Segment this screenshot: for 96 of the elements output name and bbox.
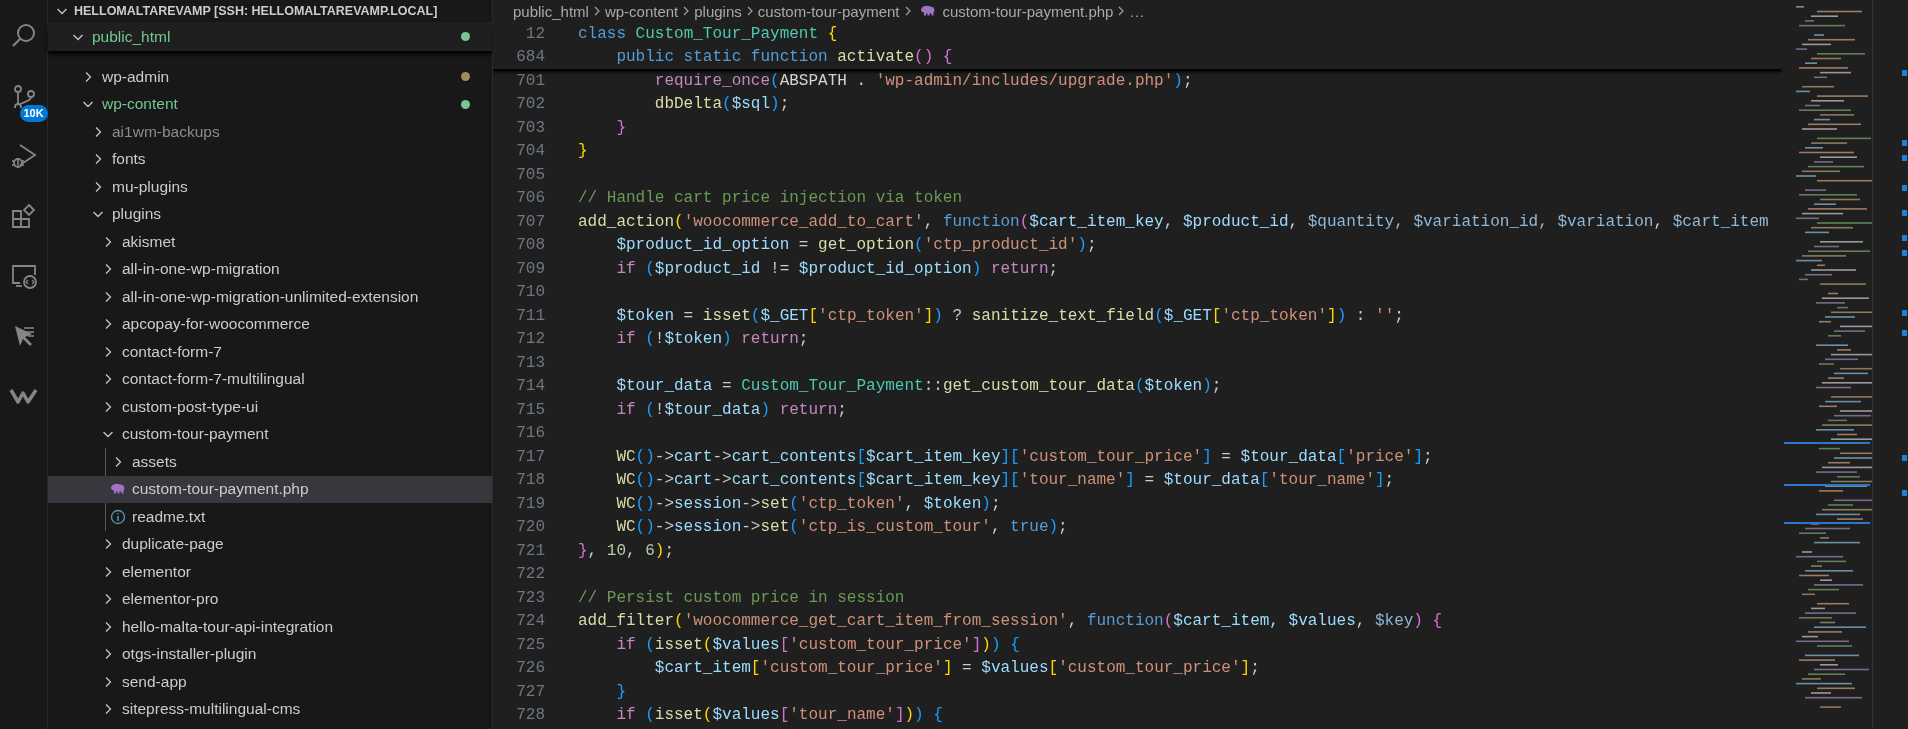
info-icon: [110, 508, 126, 525]
folder-item[interactable]: ai1wm-backups: [48, 118, 492, 146]
folder-item[interactable]: custom-tour-payment: [48, 420, 492, 448]
code-line: if (isset($values['tour_name'])) {: [615, 706, 943, 725]
line-number: 703: [515, 118, 545, 137]
line-number: 721: [515, 541, 545, 560]
line-number: 708: [515, 236, 545, 255]
code-line: dbDelta($sql);: [653, 95, 790, 114]
code-line: if (isset($values['custom_tour_price'])) {: [615, 635, 1020, 654]
code-line: // Persist custom price in session: [578, 588, 905, 607]
line-number: 725: [515, 635, 545, 654]
code-line: WC()->session->set('ctp_token', $token);: [615, 494, 1001, 513]
folder-item[interactable]: sitepress-multilingual-cms: [48, 695, 492, 723]
folder-item[interactable]: assets: [48, 448, 492, 476]
line-number: 702: [515, 95, 545, 114]
code-line: $product_id_option = get_option('ctp_product_id');: [615, 236, 1097, 255]
code-line: if (!$tour_data) return;: [615, 400, 847, 419]
scrollbar-drawing[interactable]: [1872, 0, 1908, 729]
folder-item[interactable]: contact-form-7-multilingual: [48, 365, 492, 393]
line-number: 712: [515, 330, 545, 349]
line-number: 723: [515, 588, 545, 607]
count-badge: 10K: [19, 105, 48, 122]
line-number: 722: [515, 565, 545, 584]
code-line: $cart_item['custom_tour_price'] = $values['custom_tour_price'];: [653, 659, 1260, 678]
code-line: if (!$token) return;: [615, 330, 809, 349]
folder-item[interactable]: fonts: [48, 145, 492, 173]
folder-item[interactable]: akismet: [48, 228, 492, 256]
line-number: 704: [515, 142, 545, 161]
w-logo-icon[interactable]: [8, 386, 39, 406]
line-number: 684: [515, 48, 545, 67]
folder-item[interactable]: public_html: [48, 22, 492, 51]
run-debug-icon[interactable]: [9, 142, 38, 170]
line-number: 727: [515, 682, 545, 701]
code-line: if ($product_id != $product_id_option) return;: [615, 259, 1059, 278]
line-number: 726: [515, 659, 545, 678]
elephant-icon: [919, 5, 936, 17]
folder-item[interactable]: send-app: [48, 668, 492, 696]
line-number: 12: [524, 24, 545, 43]
line-number: 711: [515, 306, 545, 325]
code-line: }: [615, 118, 626, 137]
elephant-icon: [110, 483, 126, 496]
code-line: require_once(ABSPATH . 'wp-admin/includes/upgrade.php');: [653, 71, 1193, 90]
extensions-icon[interactable]: [9, 202, 38, 230]
line-number: 710: [515, 283, 545, 302]
line-number: 705: [515, 165, 545, 184]
code-line: }: [578, 142, 588, 161]
folder-item[interactable]: plugins: [48, 200, 492, 228]
code-line: WC()->session->set('ctp_is_custom_tour', true);: [615, 518, 1068, 537]
code-line: WC()->cart->cart_contents[$cart_item_key]['custom_tour_price'] = $tour_data['price'];: [615, 447, 1433, 466]
folder-item[interactable]: wp-admin: [48, 63, 492, 91]
breadcrumb-item[interactable]: custom-tour-payment.php: [942, 2, 1114, 20]
line-number: 717: [515, 447, 545, 466]
line-number: 715: [515, 400, 545, 419]
folder-item[interactable]: otgs-installer-plugin: [48, 640, 492, 668]
code-line: }: [615, 682, 626, 701]
file-item[interactable]: custom-tour-payment.php: [48, 475, 492, 503]
line-number: 706: [515, 189, 545, 208]
workspace-header[interactable]: HELLOMALTAREVAMP [SSH: HELLOMALTAREVAMP.LOCAL]: [48, 0, 492, 22]
line-number: 714: [515, 377, 545, 396]
breadcrumb-item[interactable]: wp-content: [604, 2, 679, 20]
line-number: 724: [515, 612, 545, 631]
folder-item[interactable]: elementor: [48, 558, 492, 586]
code-line: class Custom_Tour_Payment {: [578, 24, 838, 43]
code-line: WC()->cart->cart_contents[$cart_item_key]['tour_name'] = $tour_data['tour_name'];: [615, 471, 1395, 490]
code-line: $tour_data = Custom_Tour_Payment::get_custom_tour_data($token);: [615, 377, 1222, 396]
breadcrumb-item[interactable]: custom-tour-payment: [757, 2, 900, 20]
code-line: }, 10, 6);: [578, 541, 675, 560]
code-line: add_filter('woocommerce_get_cart_item_from_session', function($cart_item, $values, $key) {: [578, 612, 1443, 631]
file-item[interactable]: readme.txt: [48, 503, 492, 531]
line-number: 707: [515, 212, 545, 231]
code-line: add_action('woocommerce_add_to_cart', function($cart_item_key, $product_id, $quantity, $variation_id, $variation, $cart_item: [578, 212, 1769, 231]
folder-item[interactable]: all-in-one-wp-migration: [48, 255, 492, 283]
folder-item[interactable]: apcopay-for-woocommerce: [48, 310, 492, 338]
code-line: // Handle cart price injection via token: [578, 189, 963, 208]
line-number: 716: [515, 424, 545, 443]
line-number: 709: [515, 259, 545, 278]
folder-item[interactable]: all-in-one-wp-migration-unlimited-extension: [48, 283, 492, 311]
folder-item[interactable]: hello-malta-tour-api-integration: [48, 613, 492, 641]
code-line: $token = isset($_GET['ctp_token']) ? sanitize_text_field($_GET['ctp_token']) : '';: [615, 306, 1404, 325]
folder-item[interactable]: mu-plugins: [48, 173, 492, 201]
code-line: public static function activate() {: [615, 48, 953, 67]
line-number: 719: [515, 494, 545, 513]
folder-item[interactable]: wp-content: [48, 90, 492, 118]
line-number: 718: [515, 471, 545, 490]
breadcrumb-item[interactable]: …: [1129, 2, 1145, 20]
line-number: 720: [515, 518, 545, 537]
folder-item[interactable]: elementor-pro: [48, 585, 492, 613]
line-number: 701: [515, 71, 545, 90]
folder-item[interactable]: contact-form-7: [48, 338, 492, 366]
folder-item[interactable]: duplicate-page: [48, 530, 492, 558]
breadcrumb-item[interactable]: public_html: [513, 2, 589, 20]
breadcrumb-item[interactable]: plugins: [694, 2, 742, 20]
remote-explorer-icon[interactable]: [9, 262, 38, 290]
line-number: 713: [515, 353, 545, 372]
folder-item[interactable]: custom-post-type-ui: [48, 393, 492, 421]
line-number: 728: [515, 706, 545, 725]
